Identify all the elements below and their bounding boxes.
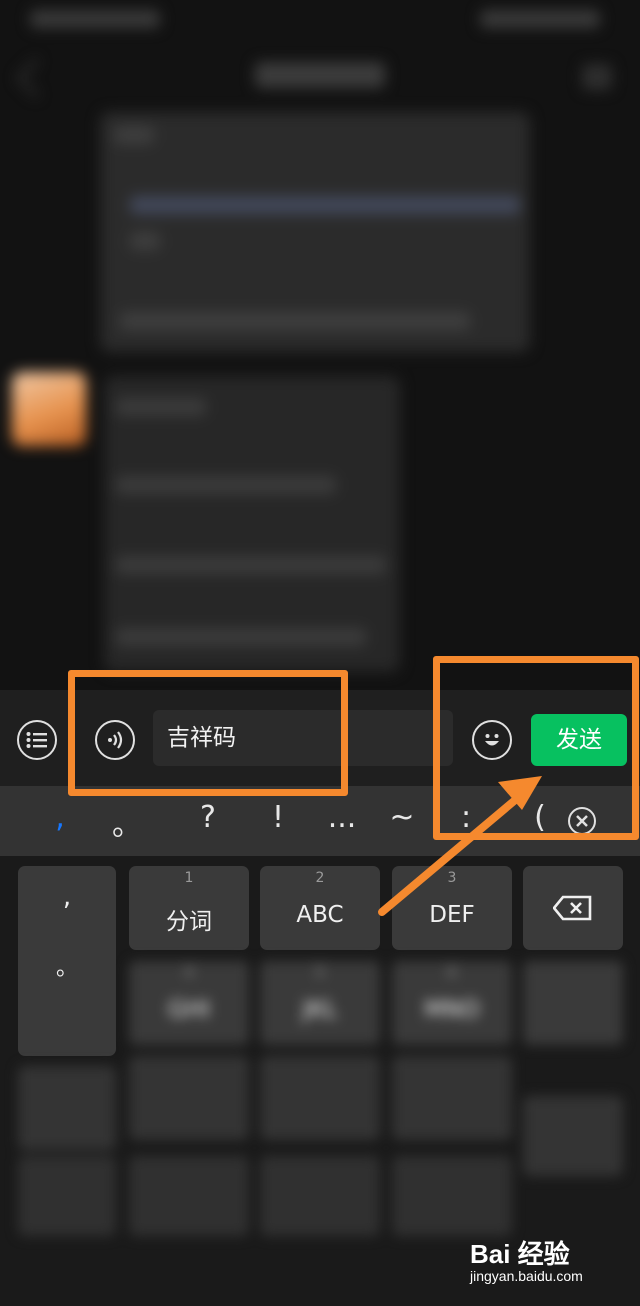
key-0[interactable] [260,1156,380,1236]
key-9[interactable] [392,1056,512,1140]
contact-avatar[interactable] [12,372,86,446]
key-blurred[interactable] [129,1156,249,1236]
key-7[interactable] [129,1056,249,1140]
baidu-logo: Bai 经验 [470,1239,570,1269]
list-icon [26,732,47,748]
status-left [30,10,160,28]
key-4[interactable]: 4 GHI [129,961,249,1045]
menu-list-button[interactable] [17,720,57,760]
key-blurred[interactable] [18,1066,116,1150]
more-icon[interactable] [582,64,612,90]
watermark-url: jingyan.baidu.com [470,1268,583,1284]
key-5[interactable]: 5 JKL [260,961,380,1045]
key-blurred[interactable] [392,1156,512,1236]
highlight-box-input [68,670,348,796]
status-bar [0,0,640,40]
message-bubble [104,376,400,672]
key-blurred[interactable] [18,1156,116,1236]
chat-title [255,62,385,88]
punct-exclaim[interactable]: ! [258,800,298,835]
back-icon[interactable] [16,58,56,98]
punct-ellipsis[interactable]: ... [322,800,362,835]
highlight-box-send [433,656,639,840]
message-bubble [100,112,530,352]
status-right [480,10,600,28]
key-6[interactable]: 6 MNO [392,961,512,1045]
punct-tilde[interactable]: ~ [382,800,422,835]
punct-period[interactable]: 。 [107,800,147,844]
punct-question[interactable]: ? [188,800,228,835]
baidu-watermark: Bai 经验 jingyan.baidu.com [470,1234,610,1290]
emoji-key[interactable] [523,961,623,1045]
key-blurred[interactable] [523,1096,623,1176]
chat-area [0,0,640,690]
key-8[interactable] [260,1056,380,1140]
punct-comma[interactable]: , [40,800,80,835]
